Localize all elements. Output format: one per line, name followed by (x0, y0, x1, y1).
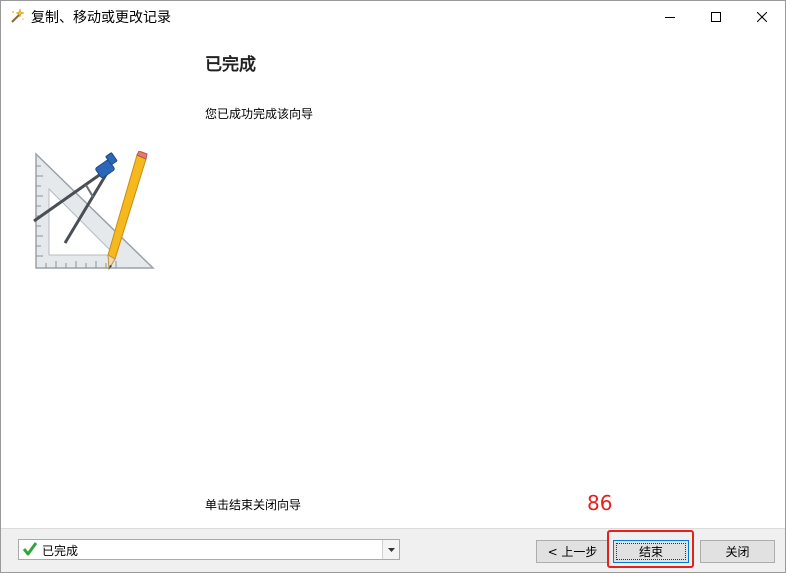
back-button[interactable]: < 上一步 (536, 540, 609, 563)
close-icon (757, 11, 767, 22)
page-title: 已完成 (205, 55, 256, 75)
minimize-icon (665, 12, 675, 22)
title-bar[interactable]: 复制、移动或更改记录 (1, 1, 785, 32)
status-value: 已完成 (42, 544, 79, 558)
minimize-button[interactable] (647, 1, 693, 32)
maximize-icon (711, 11, 721, 22)
completion-message: 您已成功完成该向导 (205, 107, 314, 121)
finish-hint: 单击结束关闭向导 (205, 498, 302, 512)
magic-wand-icon (9, 8, 25, 24)
highlight-box (607, 530, 694, 568)
close-window-button[interactable] (739, 1, 785, 32)
status-select[interactable]: 已完成 (18, 539, 400, 560)
step-annotation: 86 (587, 491, 613, 515)
chevron-down-icon[interactable] (382, 540, 399, 559)
window-title: 复制、移动或更改记录 (31, 10, 171, 26)
drafting-tools-icon (31, 150, 155, 271)
maximize-button[interactable] (693, 1, 739, 32)
close-button[interactable]: 关闭 (700, 540, 775, 563)
green-check-icon (22, 542, 38, 556)
wizard-window: 复制、移动或更改记录 已完成 您已成功完成该向导 单击结束关闭向导 86 已完成… (0, 0, 786, 573)
